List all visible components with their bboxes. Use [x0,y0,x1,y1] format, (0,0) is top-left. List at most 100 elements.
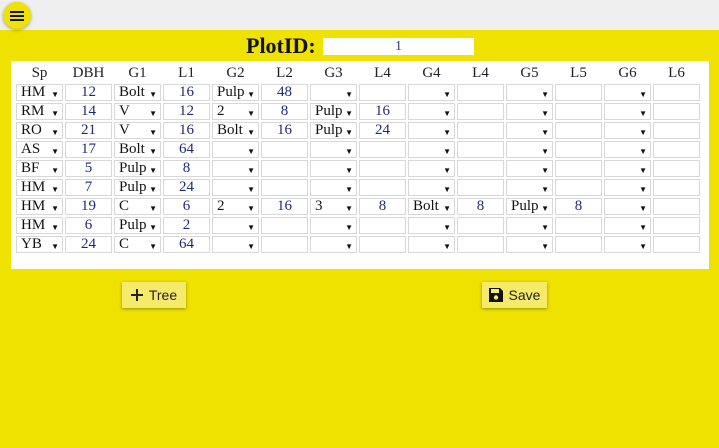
menu-button[interactable] [3,2,31,29]
input-l4[interactable] [457,160,504,177]
input-dbh[interactable]: 24 [65,236,112,253]
input-l4[interactable] [457,141,504,158]
input-l5[interactable]: 8 [555,198,602,215]
input-l4[interactable] [359,84,406,101]
select-g3[interactable]: ▼ [310,179,357,196]
select-g1[interactable]: Pulp ▼ [114,179,161,196]
select-g5[interactable]: ▼ [506,179,553,196]
select-sp[interactable]: HM ▼ [16,84,63,101]
input-l5[interactable] [555,217,602,234]
select-g5[interactable]: ▼ [506,103,553,120]
input-l4[interactable] [457,122,504,139]
select-g6[interactable]: ▼ [604,217,651,234]
input-l1[interactable]: 64 [163,141,210,158]
input-l2[interactable]: 8 [261,103,308,120]
select-g4[interactable]: ▼ [408,122,455,139]
select-g1[interactable]: Bolt ▼ [114,84,161,101]
select-g4[interactable]: ▼ [408,141,455,158]
select-g2[interactable]: ▼ [212,236,259,253]
select-g2[interactable]: 2 ▼ [212,103,259,120]
select-g3[interactable]: 3 ▼ [310,198,357,215]
input-dbh[interactable]: 17 [65,141,112,158]
select-g6[interactable]: ▼ [604,160,651,177]
input-l4[interactable] [359,141,406,158]
input-l4[interactable] [457,179,504,196]
input-l6[interactable] [653,84,700,101]
input-l5[interactable] [555,103,602,120]
select-g3[interactable]: ▼ [310,236,357,253]
select-g4[interactable]: ▼ [408,236,455,253]
select-g4[interactable]: ▼ [408,217,455,234]
input-l1[interactable]: 24 [163,179,210,196]
input-l4[interactable] [457,103,504,120]
select-g4[interactable]: Bolt ▼ [408,198,455,215]
input-l2[interactable]: 16 [261,198,308,215]
select-g4[interactable]: ▼ [408,103,455,120]
select-g6[interactable]: ▼ [604,103,651,120]
select-g5[interactable]: ▼ [506,160,553,177]
input-l5[interactable] [555,141,602,158]
input-l5[interactable] [555,84,602,101]
input-l4[interactable] [457,236,504,253]
select-g6[interactable]: ▼ [604,141,651,158]
select-g2[interactable]: 2 ▼ [212,198,259,215]
select-g6[interactable]: ▼ [604,198,651,215]
input-l6[interactable] [653,103,700,120]
input-l5[interactable] [555,122,602,139]
input-l1[interactable]: 6 [163,198,210,215]
input-l4[interactable] [359,179,406,196]
select-g1[interactable]: Pulp ▼ [114,160,161,177]
input-l5[interactable] [555,160,602,177]
select-g2[interactable]: ▼ [212,217,259,234]
select-g1[interactable]: C ▼ [114,198,161,215]
input-l2[interactable] [261,141,308,158]
select-g6[interactable]: ▼ [604,236,651,253]
input-dbh[interactable]: 19 [65,198,112,215]
input-l1[interactable]: 2 [163,217,210,234]
input-l6[interactable] [653,141,700,158]
input-l2[interactable] [261,217,308,234]
input-l5[interactable] [555,236,602,253]
select-g6[interactable]: ▼ [604,122,651,139]
select-sp[interactable]: YB ▼ [16,236,63,253]
select-sp[interactable]: AS ▼ [16,141,63,158]
input-dbh[interactable]: 14 [65,103,112,120]
input-l4[interactable] [457,84,504,101]
select-g3[interactable]: ▼ [310,160,357,177]
input-l1[interactable]: 12 [163,103,210,120]
input-l4[interactable] [359,160,406,177]
select-g5[interactable]: ▼ [506,122,553,139]
input-l1[interactable]: 64 [163,236,210,253]
input-l6[interactable] [653,217,700,234]
input-l4[interactable] [359,236,406,253]
input-dbh[interactable]: 7 [65,179,112,196]
input-l1[interactable]: 16 [163,122,210,139]
select-sp[interactable]: HM ▼ [16,217,63,234]
select-g2[interactable]: Pulp ▼ [212,84,259,101]
input-l2[interactable] [261,179,308,196]
select-g5[interactable]: ▼ [506,236,553,253]
select-g2[interactable]: Bolt ▼ [212,122,259,139]
select-g3[interactable]: ▼ [310,84,357,101]
input-dbh[interactable]: 5 [65,160,112,177]
input-l2[interactable]: 48 [261,84,308,101]
input-l2[interactable] [261,236,308,253]
select-g2[interactable]: ▼ [212,160,259,177]
input-dbh[interactable]: 6 [65,217,112,234]
input-l4[interactable]: 16 [359,103,406,120]
select-g4[interactable]: ▼ [408,160,455,177]
select-g3[interactable]: ▼ [310,141,357,158]
save-button[interactable]: Save [482,282,547,308]
select-g2[interactable]: ▼ [212,179,259,196]
input-l6[interactable] [653,198,700,215]
input-l1[interactable]: 8 [163,160,210,177]
input-dbh[interactable]: 12 [65,84,112,101]
input-l6[interactable] [653,122,700,139]
input-l4[interactable] [359,217,406,234]
select-g1[interactable]: V ▼ [114,103,161,120]
select-g4[interactable]: ▼ [408,84,455,101]
select-g5[interactable]: ▼ [506,217,553,234]
input-l2[interactable] [261,160,308,177]
select-g2[interactable]: ▼ [212,141,259,158]
select-sp[interactable]: HM ▼ [16,198,63,215]
